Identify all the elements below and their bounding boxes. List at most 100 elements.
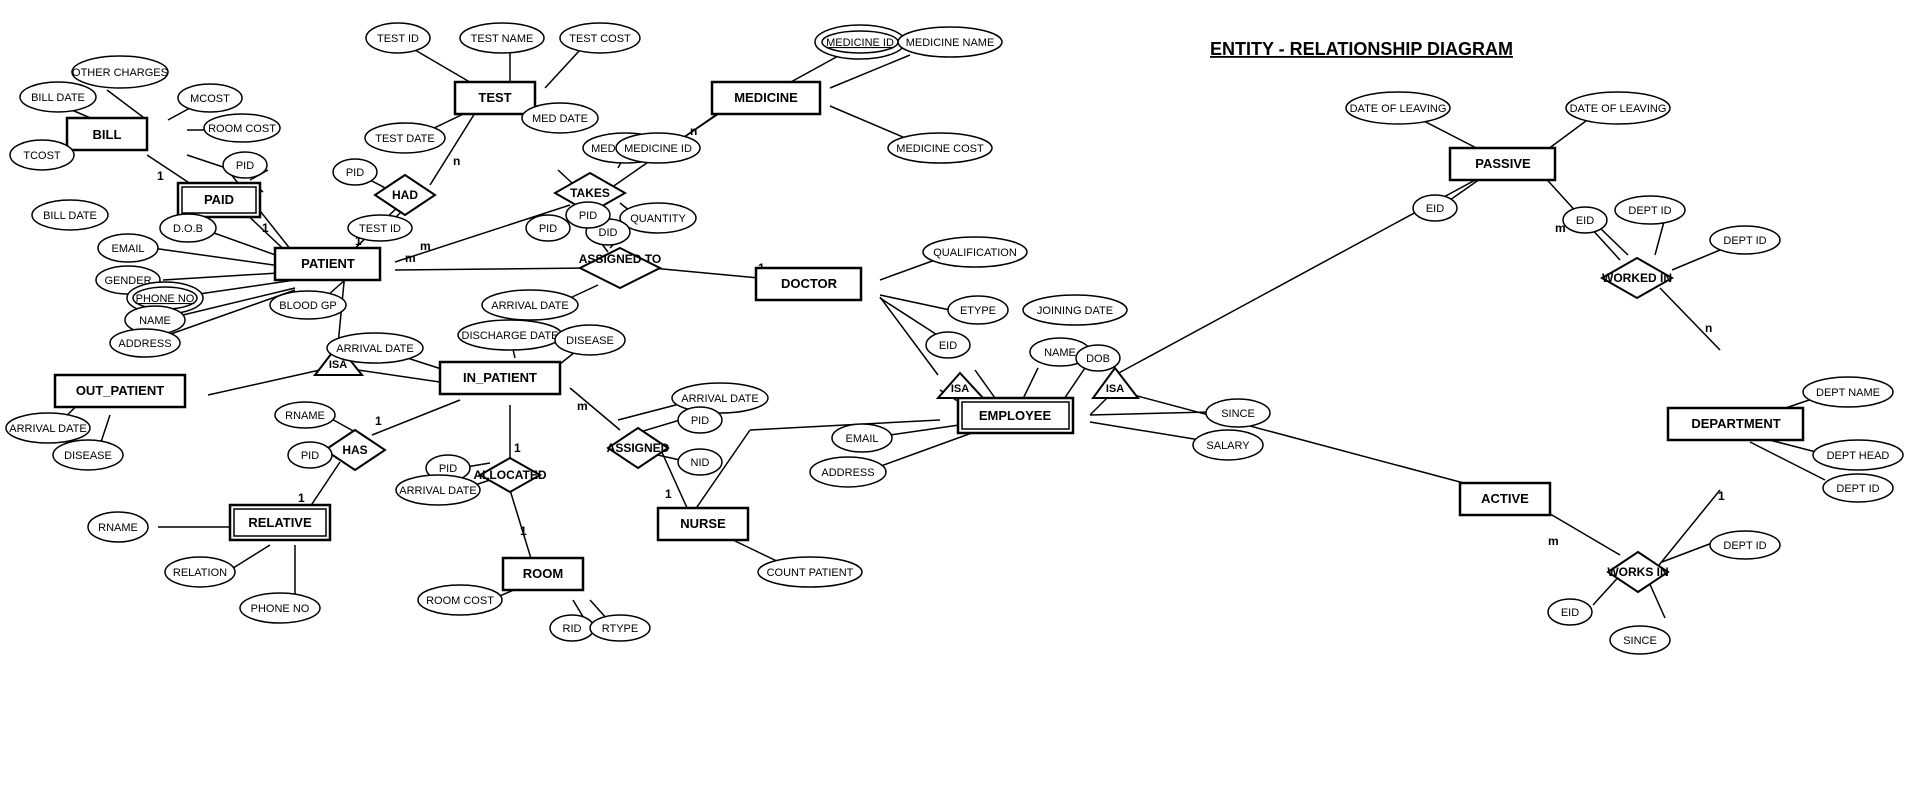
attr-joiningdate: JOINING DATE (1023, 295, 1127, 325)
attr-medcost: MEDICINE COST (888, 133, 992, 163)
rel-assigned-label: ASSIGNED (607, 441, 670, 455)
entity-nurse-label: NURSE (680, 516, 726, 531)
line-patient-assignedto (395, 268, 588, 270)
line-isa-active (1115, 390, 1490, 490)
attr-name-label: NAME (139, 315, 171, 327)
rel-workedin-label: WORKED IN (1602, 271, 1672, 285)
diagram-title: ENTITY - RELATIONSHIP DIAGRAM (1210, 39, 1513, 59)
rel-had: HAD (375, 175, 435, 215)
attr-qualification: QUALIFICATION (923, 237, 1027, 267)
entity-test: TEST (455, 82, 535, 114)
er-diagram-container: ENTITY - RELATIONSHIP DIAGRAM 1 1 1 n (0, 0, 1914, 802)
attr-deptname-label: DEPT NAME (1816, 387, 1880, 399)
entity-employee-label: EMPLOYEE (979, 408, 1052, 423)
attr-qualification-label: QUALIFICATION (933, 247, 1017, 259)
attr-roomcost-bill: ROOM COST (204, 114, 280, 142)
isa-employee-left: ISA (938, 373, 983, 398)
attr-rname-has-label: RNAME (285, 410, 325, 422)
entity-doctor: DOCTOR (756, 268, 861, 300)
attr-rname-rel-label: RNAME (98, 522, 138, 534)
card-paid-patient: 1 (262, 221, 269, 235)
entity-room: ROOM (503, 558, 583, 590)
line-assignedto-arrivaldate (570, 285, 598, 298)
line-workedin-eid (1600, 228, 1628, 255)
attr-address-emp: ADDRESS (810, 457, 886, 487)
entity-medicine: MEDICINE (712, 82, 820, 114)
entity-employee: EMPLOYEE (958, 398, 1073, 433)
attr-rname-has: RNAME (275, 402, 335, 428)
line-isa-outpatient (208, 370, 320, 395)
attr-arrivaldate-out: ARRIVAL DATE (6, 413, 90, 443)
attr-eid-workedin-label: EID (1576, 215, 1594, 227)
attr-phoneno-rel: PHONE NO (240, 593, 320, 623)
attr-mcost: MCOST (178, 84, 242, 112)
attr-testid: TEST ID (366, 23, 430, 53)
attr-disease-out: DISEASE (53, 440, 123, 470)
attr-billdate-top: BILL DATE (20, 82, 96, 112)
attr-arrivaldate-alloc-label: ARRIVAL DATE (399, 485, 476, 497)
attr-deptid-workedin2: DEPT ID (1710, 226, 1780, 254)
isa-employee-left-label: ISA (951, 383, 969, 395)
rel-assignedto: ASSIGNED TO (579, 248, 661, 288)
rel-allocated: ALLOCATED (473, 458, 546, 492)
line-workedin-deptid2 (1672, 250, 1720, 270)
entity-inpatient: IN_PATIENT (440, 362, 560, 394)
entity-patient-label: PATIENT (301, 256, 355, 271)
card-assignedto-patient: m (405, 251, 416, 265)
rel-workedin: WORKED IN (1602, 258, 1672, 298)
attr-did-label: DID (599, 227, 618, 239)
attr-pid-takes: PID (526, 215, 570, 241)
entity-patient: PATIENT (275, 248, 380, 280)
attr-arrivaldate-assignedto: ARRIVAL DATE (482, 290, 578, 320)
attr-since-emp: SINCE (1206, 399, 1270, 427)
attr-dischargedate: DISCHARGE DATE (458, 320, 562, 350)
attr-since-worksin-label: SINCE (1623, 635, 1657, 647)
line-doctor-isa (880, 297, 938, 375)
attr-medname: MEDICINE NAME (898, 27, 1002, 57)
attr-phoneno-label: PHONE NO (136, 293, 195, 305)
card-had-test: n (453, 154, 460, 168)
card-assigned-nurse: 1 (665, 487, 672, 501)
attr-depthead: DEPT HEAD (1813, 440, 1903, 470)
attr-relation: RELATION (165, 557, 235, 587)
attr-deptid-workedin2-label: DEPT ID (1723, 235, 1766, 247)
attr-email-emp: EMAIL (832, 424, 892, 452)
line-takes-pid (558, 170, 572, 183)
rel-has: HAS (325, 430, 385, 470)
attr-pid-bill: PID (223, 152, 267, 178)
rel-has-label: HAS (342, 443, 367, 457)
attr-arrivaldate-assignedto-label: ARRIVAL DATE (491, 300, 568, 312)
attr-eid-doctor: EID (926, 332, 970, 358)
line-patient-bill2 (187, 155, 226, 168)
rel-assignedto-label: ASSIGNED TO (579, 252, 661, 266)
card-paid-bill: 1 (157, 169, 164, 183)
attr-meddate-label: MED DATE (532, 113, 588, 125)
rel-assigned: ASSIGNED (607, 428, 670, 468)
line-rel-relation (230, 545, 270, 570)
attr-medid-top: MEDICINE ID (815, 25, 905, 59)
attr-medid-top-label: MEDICINE ID (826, 37, 894, 49)
attr-arrivaldate-in: ARRIVAL DATE (327, 333, 423, 363)
attr-deptid-workedin1-label: DEPT ID (1628, 205, 1671, 217)
attr-pid-assigned: PID (678, 407, 722, 433)
attr-othercharges: OTHER CHARGES (72, 56, 168, 88)
entity-outpatient: OUT_PATIENT (55, 375, 185, 407)
attr-arrivaldate-alloc: ARRIVAL DATE (396, 475, 480, 505)
card-assigned-inpatient: m (577, 399, 588, 413)
attr-quantity-label: QUANTITY (630, 213, 686, 225)
entity-relative-label: RELATIVE (248, 515, 312, 530)
attr-dob-employee: DOB (1076, 345, 1120, 371)
line-worksin-dept (1655, 490, 1720, 570)
attr-dol-passive1-label: DATE OF LEAVING (1350, 103, 1447, 115)
attr-eid-worksin-label: EID (1561, 607, 1579, 619)
attr-etype-doctor-label: ETYPE (960, 305, 996, 317)
attr-disease-in-label: DISEASE (566, 335, 614, 347)
rel-worksin-label: WORKS IN (1607, 565, 1668, 579)
attr-email-label: EMAIL (111, 243, 144, 255)
attr-testname: TEST NAME (460, 23, 544, 53)
attr-phoneno-rel-label: PHONE NO (251, 603, 310, 615)
line-inpatient-has (372, 400, 460, 435)
attr-relation-label: RELATION (173, 567, 227, 579)
line-has-relative (308, 462, 340, 510)
rel-had-label: HAD (392, 188, 418, 202)
